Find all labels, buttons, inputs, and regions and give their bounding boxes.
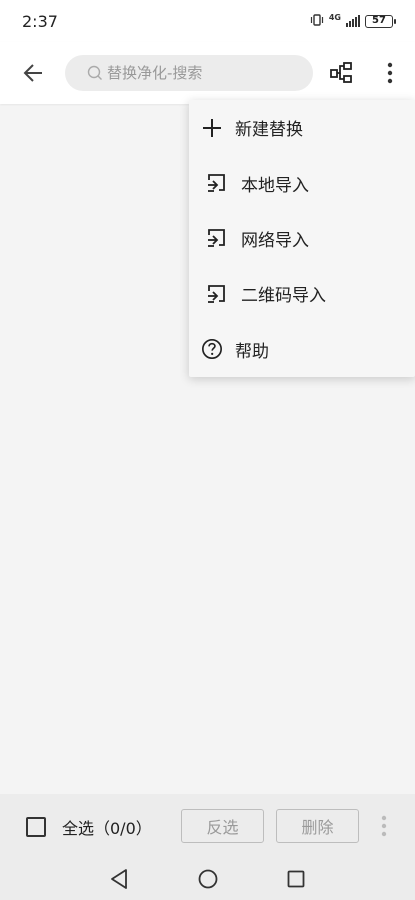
plus-icon [201,117,223,139]
more-options-button[interactable] [376,59,404,87]
menu-item-local-import[interactable]: 本地导入 [189,155,415,210]
search-icon [87,65,102,80]
back-button[interactable] [18,58,48,88]
network-type: 4G [328,12,341,22]
select-all-toggle[interactable]: 全选（0/0） [26,815,152,839]
import-icon [205,227,227,249]
import-icon [205,172,227,194]
signal-icon [346,15,360,27]
delete-button[interactable]: 删除 [276,809,359,843]
more-vertical-icon [381,815,387,837]
arrow-left-icon [23,64,42,82]
system-nav-bar [0,858,415,900]
menu-item-label: 本地导入 [241,175,309,196]
vibrate-icon [310,12,324,31]
group-icon [330,62,352,83]
battery-level: 57 [372,14,386,26]
nav-recents-button[interactable] [283,866,309,892]
menu-item-label: 二维码导入 [241,286,326,307]
help-circle-icon [201,338,223,360]
search-input[interactable] [107,64,297,82]
select-all-label: 全选（0/0） [62,819,152,838]
screen: 2:37 4G 57 替换净化-搜索 新建替换 本地导入 网络导入 二维码导入 … [0,0,415,900]
circle-home-icon [198,869,218,889]
menu-item-help[interactable]: 帮助 [189,322,415,377]
more-vertical-icon [387,62,393,84]
menu-item-qrcode-import[interactable]: 二维码导入 [189,266,415,321]
select-all-checkbox[interactable] [26,817,46,837]
bottom-action-bar: 全选（0/0） 反选 删除 [0,794,415,858]
nav-back-button[interactable] [106,866,132,892]
status-icons: 4G 57 [310,12,396,31]
status-bar: 2:37 4G 57 [0,0,415,42]
status-time: 2:37 [22,11,58,31]
menu-item-label: 新建替换 [235,120,303,141]
menu-item-label: 帮助 [235,341,269,362]
bottom-more-button[interactable] [376,812,392,840]
nav-home-button[interactable] [195,866,221,892]
invert-selection-button[interactable]: 反选 [181,809,264,843]
battery-icon: 57 [365,14,396,28]
search-box[interactable] [65,55,313,91]
menu-item-label: 网络导入 [241,230,309,251]
menu-item-new-replace[interactable]: 新建替换 [189,100,415,155]
triangle-back-icon [111,869,127,889]
group-button[interactable] [327,59,355,87]
toolbar [0,42,415,104]
menu-item-network-import[interactable]: 网络导入 [189,211,415,266]
popup-menu: 新建替换 本地导入 网络导入 二维码导入 帮助 [189,100,415,377]
square-recents-icon [287,870,305,888]
import-icon [205,283,227,305]
